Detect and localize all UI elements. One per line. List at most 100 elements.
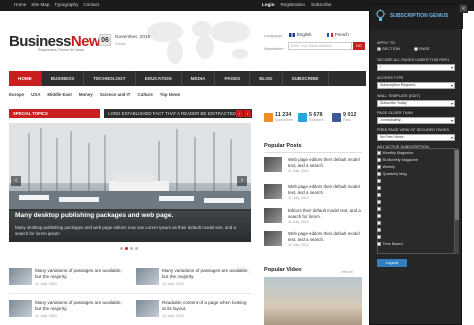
- checkbox-icon[interactable]: [377, 151, 381, 155]
- subscription-checkbox[interactable]: Quarterly Mag: [377, 172, 407, 176]
- checkbox-icon[interactable]: [377, 221, 381, 225]
- newsletter-email-input[interactable]: Enter Your Email Address: [288, 42, 352, 50]
- article-item[interactable]: Many variations of passages are availabl…: [136, 268, 251, 288]
- apply-page-radio[interactable]: PAGE: [414, 46, 430, 51]
- access-type-select[interactable]: Subscription Required: [377, 82, 455, 89]
- popular-post-item[interactable]: Web page editors their default model tex…: [264, 184, 364, 206]
- top-link-contact[interactable]: Contact: [83, 2, 99, 7]
- popular-post-item[interactable]: Web page editors their default model tex…: [264, 231, 364, 253]
- subnav-science[interactable]: Science and IT: [100, 92, 131, 97]
- subscription-checkbox[interactable]: Weekly: [377, 165, 395, 169]
- nav-home[interactable]: HOME: [9, 71, 42, 86]
- checkbox-icon[interactable]: [377, 158, 381, 162]
- subscription-checkbox[interactable]: [377, 228, 383, 232]
- slider-dot-active[interactable]: [125, 247, 128, 250]
- subscription-checkbox[interactable]: Monthly Magazine: [377, 151, 413, 155]
- panel-close-icon[interactable]: ✕: [459, 4, 468, 13]
- slider-dot[interactable]: [135, 247, 138, 250]
- free-views-select[interactable]: No Free Views: [377, 134, 455, 141]
- logout-button[interactable]: Logout: [377, 259, 407, 267]
- popular-post-thumbnail[interactable]: [264, 157, 282, 172]
- nav-education[interactable]: EDUCATION: [136, 71, 182, 86]
- subnav-culture[interactable]: Culture: [137, 92, 152, 97]
- newsletter-go-button[interactable]: GO: [353, 42, 365, 50]
- view-all-videos-link[interactable]: view all: [341, 270, 353, 274]
- subscription-checkbox[interactable]: [377, 200, 383, 204]
- article-item[interactable]: Readable content of a page when looking …: [136, 300, 251, 320]
- top-link-typography[interactable]: Typography: [54, 2, 78, 7]
- checkbox-icon[interactable]: [377, 207, 381, 211]
- wall-template-select[interactable]: Subscribe Today: [377, 100, 455, 107]
- apply-section-radio[interactable]: SECTION: [377, 46, 400, 51]
- checkbox-icon[interactable]: [377, 172, 381, 176]
- subscription-checkbox[interactable]: [377, 179, 383, 183]
- top-link-sitemap[interactable]: Site Map: [31, 2, 49, 7]
- article-title[interactable]: Readable content of a page when looking …: [162, 300, 251, 312]
- registration-link[interactable]: Registration: [281, 2, 306, 7]
- subscription-checkbox[interactable]: Bi-Monthly Magazine: [377, 158, 418, 162]
- subscription-checkbox[interactable]: Time Based: [377, 242, 403, 246]
- subscription-checkbox[interactable]: [377, 207, 383, 211]
- checkbox-icon[interactable]: [377, 200, 381, 204]
- social-rss[interactable]: 11 234 Subscribers: [264, 112, 293, 122]
- subscription-list-scrollbar[interactable]: [455, 148, 459, 254]
- article-thumbnail[interactable]: [9, 300, 32, 317]
- popular-post-title[interactable]: Editors their default model text, and a …: [288, 208, 364, 219]
- slider-dot[interactable]: [130, 247, 133, 250]
- subscription-checkbox[interactable]: [377, 186, 383, 190]
- subnav-usa[interactable]: USA: [31, 92, 40, 97]
- subnav-top-news[interactable]: Top News: [160, 92, 180, 97]
- special-topics-ticker[interactable]: LONG ESTABLISHED FACT THAT A READER BE D…: [104, 109, 252, 118]
- popular-post-title[interactable]: Web page editors their default model tex…: [288, 231, 364, 242]
- nav-technology[interactable]: TECHNOLOGY: [84, 71, 136, 86]
- secure-path-select[interactable]: /: [377, 64, 455, 71]
- article-item[interactable]: Many variations of passages are availabl…: [9, 268, 124, 288]
- popular-post-item[interactable]: Web page editors their default model tex…: [264, 157, 364, 179]
- popular-video-thumbnail[interactable]: [264, 277, 362, 325]
- article-thumbnail[interactable]: [9, 268, 32, 285]
- social-facebook[interactable]: 9 012 Fans: [332, 112, 357, 122]
- ticker-prev-icon[interactable]: ‹: [236, 110, 243, 117]
- checkbox-icon[interactable]: [377, 235, 381, 239]
- slider-title[interactable]: Many desktop publishing packages and web…: [15, 212, 245, 219]
- popular-post-title[interactable]: Web page editors their default model tex…: [288, 157, 364, 168]
- checkbox-icon[interactable]: [377, 179, 381, 183]
- popular-post-thumbnail[interactable]: [264, 184, 282, 199]
- slider-prev-icon[interactable]: ‹: [11, 176, 21, 186]
- language-english[interactable]: English: [289, 32, 311, 37]
- login-link[interactable]: Login: [262, 2, 275, 7]
- checkbox-icon[interactable]: [377, 186, 381, 190]
- checkbox-icon[interactable]: [377, 228, 381, 232]
- wall-template-label[interactable]: WALL TEMPLATE (EDIT): [377, 94, 420, 98]
- checkbox-icon[interactable]: [377, 214, 381, 218]
- article-title[interactable]: Many variations of passages are availabl…: [35, 268, 124, 280]
- popular-post-item[interactable]: Editors their default model text, and a …: [264, 208, 364, 230]
- article-thumbnail[interactable]: [136, 300, 159, 317]
- slider-dot[interactable]: [120, 247, 123, 250]
- slider-next-icon[interactable]: ›: [237, 176, 247, 186]
- popular-post-title[interactable]: Web page editors their default model tex…: [288, 184, 364, 195]
- subscription-checkbox[interactable]: [377, 193, 383, 197]
- nav-business[interactable]: BUSINESS: [42, 71, 85, 86]
- nav-blog[interactable]: BLOG: [250, 71, 283, 86]
- language-french[interactable]: French: [327, 32, 349, 37]
- ticker-next-icon[interactable]: ›: [244, 110, 251, 117]
- nav-pages[interactable]: PAGES: [215, 71, 251, 86]
- subnav-middle-east[interactable]: Middle East: [47, 92, 71, 97]
- article-item[interactable]: Many variations of passages are availabl…: [9, 300, 124, 320]
- subscription-checkbox[interactable]: [377, 214, 383, 218]
- subscription-checkbox[interactable]: [377, 235, 383, 239]
- popular-post-thumbnail[interactable]: [264, 231, 282, 246]
- featured-slider[interactable]: Many desktop publishing packages and web…: [9, 123, 251, 242]
- article-thumbnail[interactable]: [136, 268, 159, 285]
- scrollbar-thumb[interactable]: [455, 150, 459, 220]
- subnav-europe[interactable]: Europe: [9, 92, 24, 97]
- top-link-home[interactable]: Home: [14, 2, 26, 7]
- page-older-select[interactable]: -Immediately-: [377, 117, 455, 124]
- article-title[interactable]: Many variations of passages are availabl…: [162, 268, 251, 280]
- subscribe-link[interactable]: Subscribe: [311, 2, 331, 7]
- checkbox-icon[interactable]: [377, 193, 381, 197]
- nav-subscribe[interactable]: SUBSCRIBE: [283, 71, 329, 86]
- checkbox-icon[interactable]: [377, 165, 381, 169]
- article-title[interactable]: Many variations of passages are availabl…: [35, 300, 124, 312]
